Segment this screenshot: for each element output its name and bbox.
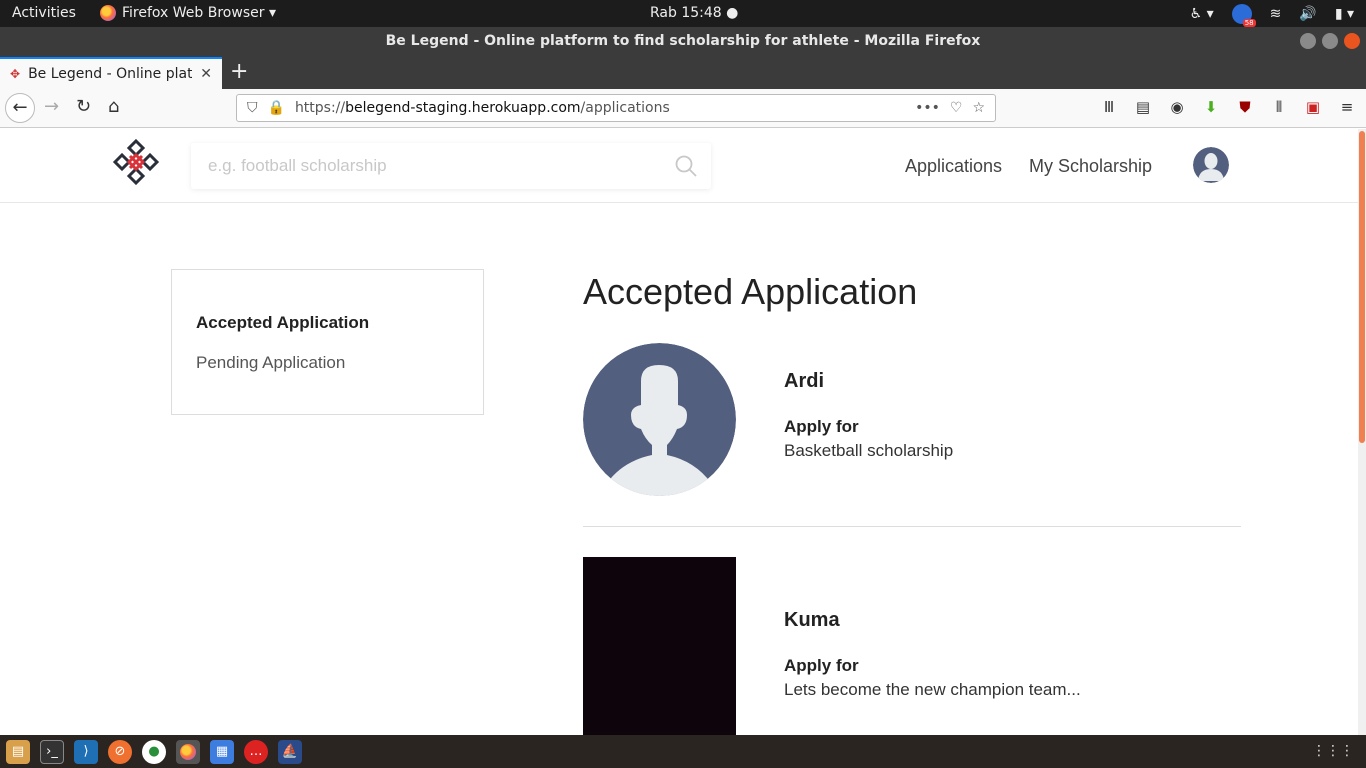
sidebar-item-pending[interactable]: Pending Application (196, 353, 345, 373)
lock-icon[interactable]: 🔒 (268, 100, 285, 116)
close-tab-icon[interactable]: ✕ (200, 66, 212, 82)
new-tab-button[interactable]: + (230, 59, 248, 84)
page-scrollbar[interactable] (1358, 129, 1366, 735)
extension-red-icon[interactable]: ▣ (1304, 98, 1322, 116)
postman-app-icon[interactable]: ⊘ (108, 739, 132, 764)
volume-icon[interactable]: 🔊 (1299, 6, 1316, 22)
applicant-avatar (583, 343, 736, 496)
applicant-photo (583, 557, 736, 735)
ublock-icon[interactable]: ⛊ (1236, 98, 1254, 116)
window-title: Be Legend - Online platform to find scho… (385, 33, 981, 49)
apply-for-label: Apply for (784, 417, 859, 436)
download-icon[interactable]: ⬇ (1202, 98, 1220, 116)
library-icon[interactable]: Ⅲ (1100, 98, 1118, 116)
maximize-button[interactable] (1322, 33, 1338, 49)
page-title: Accepted Application (583, 271, 918, 312)
back-button[interactable]: ← (5, 93, 35, 123)
window-title-bar: Be Legend - Online platform to find scho… (0, 27, 1366, 55)
toolbar-icons: Ⅲ ▤ ◉ ⬇ ⛊ ⫴ ▣ ≡ (1100, 98, 1356, 116)
text-editor-app-icon[interactable]: ▦ (210, 739, 234, 764)
search-icon[interactable] (675, 155, 697, 177)
minimize-button[interactable] (1300, 33, 1316, 49)
address-bar[interactable]: ⛉ 🔒 https://belegend-staging.herokuapp.c… (236, 94, 996, 122)
web-page: Applications My Scholarship Accepted App… (0, 129, 1358, 735)
notification-app-icon[interactable] (1231, 4, 1256, 27)
firefox-icon (100, 5, 116, 21)
page-actions-icon[interactable]: ••• (915, 100, 940, 116)
apply-for-label: Apply for (784, 656, 859, 675)
nav-my-scholarship-link[interactable]: My Scholarship (1029, 156, 1152, 177)
user-avatar[interactable] (1193, 147, 1229, 183)
navigation-toolbar: ← → ↻ ⌂ ⛉ 🔒 https://belegend-staging.her… (0, 89, 1366, 128)
search-input[interactable] (191, 143, 651, 189)
url-text[interactable]: https://belegend-staging.herokuapp.com/a… (295, 100, 905, 116)
activities-button[interactable]: Activities (12, 5, 76, 21)
dbeaver-app-icon[interactable]: ⛵ (278, 739, 302, 764)
home-button[interactable]: ⌂ (108, 96, 119, 117)
search-box (191, 143, 711, 189)
battery-icon[interactable]: ▮ ▾ (1335, 6, 1354, 22)
firefox-app-icon[interactable] (176, 739, 200, 764)
system-top-bar: Activities Firefox Web Browser ▾ Rab 15:… (0, 0, 1366, 27)
window-controls (1300, 33, 1360, 49)
site-favicon-icon: ✥ (10, 67, 21, 81)
application-card[interactable]: Kuma Apply for Lets become the new champ… (583, 557, 1241, 735)
system-tray[interactable]: ♿ ▾ ≋ 🔊 ▮ ▾ (1190, 4, 1354, 27)
show-applications-icon[interactable]: ⋮⋮⋮ (1312, 743, 1354, 759)
sidebar-item-accepted[interactable]: Accepted Application (196, 313, 369, 333)
terminal-app-icon[interactable]: ›_ (40, 739, 64, 764)
wifi-icon[interactable]: ≋ (1270, 6, 1282, 22)
applicant-name[interactable]: Kuma (784, 609, 840, 632)
chat-app-icon[interactable]: … (244, 739, 268, 764)
mongodb-app-icon[interactable]: ● (142, 739, 166, 764)
be-legend-logo-icon[interactable] (113, 139, 159, 185)
menu-icon[interactable]: ≡ (1338, 98, 1356, 116)
shield-icon[interactable]: ⛉ (247, 100, 258, 116)
files-app-icon[interactable]: ▤ (6, 739, 30, 764)
application-card[interactable]: Ardi Apply for Basketball scholarship (583, 343, 1241, 527)
extension-icon[interactable]: ⫴ (1270, 98, 1288, 116)
forward-button[interactable]: → (44, 96, 59, 117)
tab-title: Be Legend - Online platform to find scho… (28, 66, 193, 82)
app-menu[interactable]: Firefox Web Browser ▾ (100, 5, 276, 21)
reload-button[interactable]: ↻ (76, 96, 91, 117)
sidebar-icon[interactable]: ▤ (1134, 98, 1152, 116)
taskbar: ▤ ›_ ⟩ ⊘ ● ▦ … ⛵ ⋮⋮⋮ (0, 735, 1366, 768)
clock[interactable]: Rab 15:48 ● (650, 5, 738, 21)
bookmark-star-icon[interactable]: ☆ (972, 100, 985, 116)
scholarship-name[interactable]: Lets become the new champion team... (784, 680, 1081, 700)
site-header: Applications My Scholarship (0, 129, 1358, 203)
application-filter-sidebar: Accepted Application Pending Application (171, 269, 484, 415)
close-window-button[interactable] (1344, 33, 1360, 49)
account-icon[interactable]: ◉ (1168, 98, 1186, 116)
nav-applications-link[interactable]: Applications (905, 156, 1002, 177)
applicant-name[interactable]: Ardi (784, 370, 824, 393)
scrollbar-thumb[interactable] (1359, 131, 1365, 443)
pocket-icon[interactable]: ♡ (950, 100, 963, 116)
accessibility-icon[interactable]: ♿ ▾ (1190, 6, 1214, 22)
vscode-app-icon[interactable]: ⟩ (74, 739, 98, 764)
scholarship-name[interactable]: Basketball scholarship (784, 441, 953, 461)
app-menu-label: Firefox Web Browser ▾ (122, 5, 276, 21)
tab-strip: ✥ Be Legend - Online platform to find sc… (0, 55, 1366, 89)
browser-tab[interactable]: ✥ Be Legend - Online platform to find sc… (0, 57, 222, 89)
